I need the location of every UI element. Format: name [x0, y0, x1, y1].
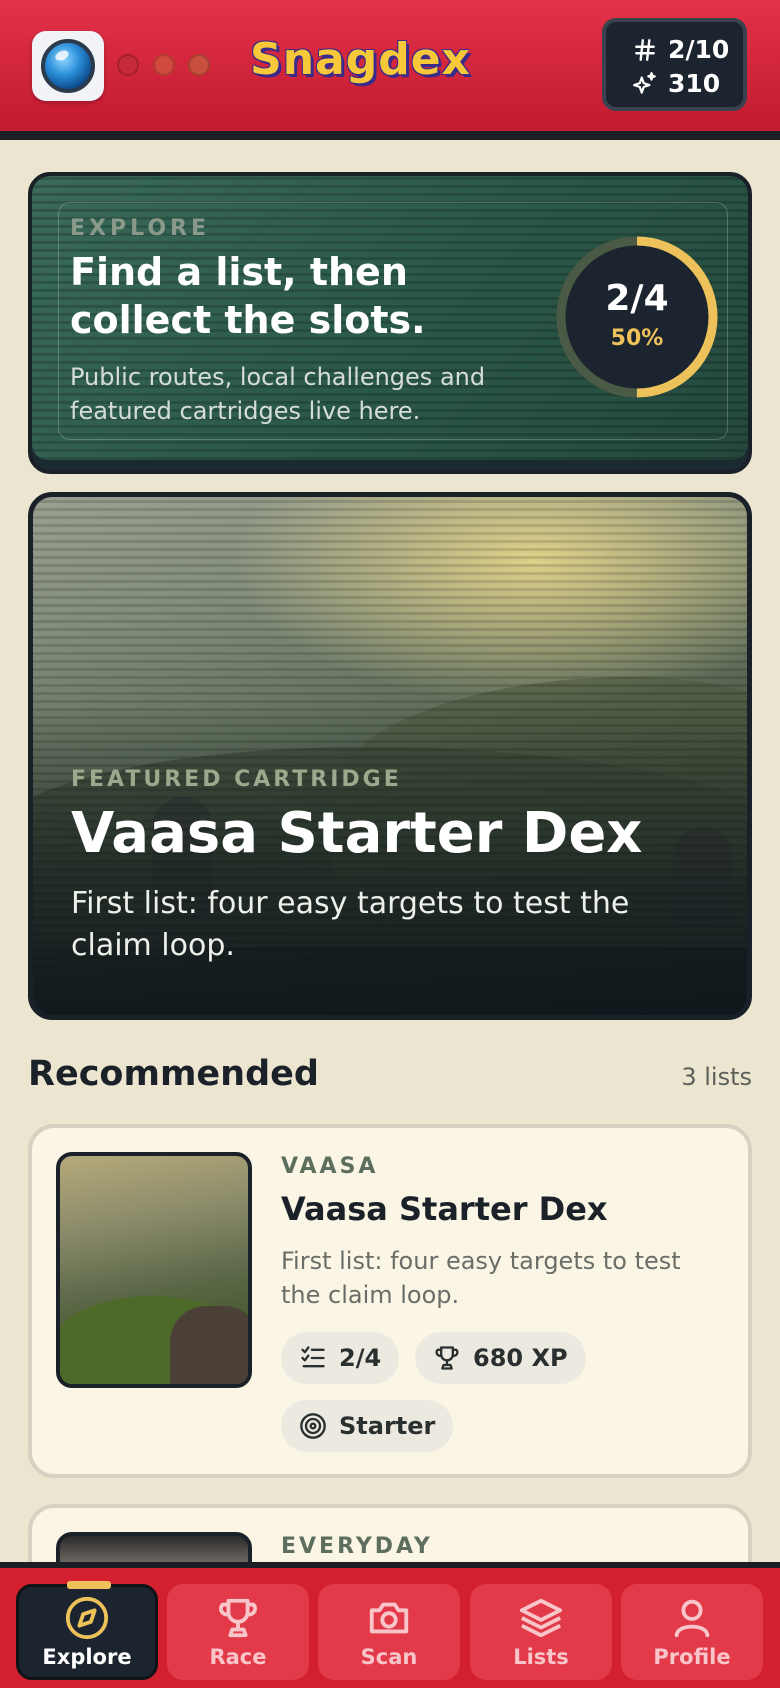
list-location: EVERYDAY	[281, 1534, 433, 1559]
featured-title: Vaasa Starter Dex	[71, 801, 643, 866]
progress-percent: 50%	[610, 326, 664, 351]
progress-chip-label: 2/4	[339, 1344, 382, 1372]
list-thumbnail	[56, 1152, 252, 1388]
target-icon	[300, 1413, 326, 1439]
camera-icon	[369, 1602, 409, 1634]
nav-lists[interactable]: Lists	[470, 1584, 612, 1680]
indicator-light-red	[117, 54, 139, 76]
list-title: Vaasa Starter Dex	[281, 1190, 608, 1228]
stats-panel[interactable]: 2/10 310	[602, 18, 747, 111]
indicator-light-orange	[153, 54, 175, 76]
nav-scan[interactable]: Scan	[318, 1584, 460, 1680]
difficulty-chip-label: Starter	[339, 1412, 436, 1440]
list-card[interactable]: VAASA Vaasa Starter Dex First list: four…	[28, 1124, 752, 1478]
hash-icon	[635, 38, 655, 61]
nav-race[interactable]: Race	[167, 1584, 309, 1680]
brand-title: Snagdex	[250, 34, 471, 85]
layers-icon	[519, 1598, 563, 1638]
explore-hero-background: EXPLORE Find a list, then collect the sl…	[32, 176, 748, 460]
recommended-count: 3 lists	[681, 1063, 752, 1091]
explore-hero-card: EXPLORE Find a list, then collect the sl…	[28, 172, 752, 474]
featured-subtitle: First list: four easy targets to test th…	[71, 886, 630, 963]
list-description: First list: four easy targets to test th…	[281, 1247, 681, 1309]
progress-chip: 2/4	[281, 1332, 400, 1384]
progress-count: 2/4	[605, 278, 669, 319]
xp-value: 310	[668, 69, 721, 98]
slots-stat: 2/10	[632, 35, 729, 64]
sparkles-icon	[633, 71, 656, 94]
nav-scan-label: Scan	[360, 1645, 418, 1669]
xp-chip: 680 XP	[415, 1332, 586, 1384]
explore-title: Find a list, then collect the slots.	[70, 250, 426, 342]
recommended-heading: Recommended	[28, 1054, 319, 1094]
xp-stat: 310	[632, 69, 720, 98]
indicator-light-amber	[188, 54, 210, 76]
slots-value: 2/10	[668, 35, 730, 64]
trophy-icon	[219, 1598, 257, 1638]
trophy-icon	[435, 1346, 459, 1370]
xp-chip-label: 680 XP	[473, 1344, 568, 1372]
list-location: VAASA	[281, 1154, 379, 1179]
thumbnail-rock	[170, 1306, 248, 1384]
difficulty-chip: Starter	[281, 1400, 454, 1452]
explore-subtitle: Public routes, local challenges and feat…	[70, 363, 486, 425]
app-logo-icon[interactable]	[32, 31, 104, 101]
lens-icon	[41, 39, 95, 93]
nav-profile[interactable]: Profile	[621, 1584, 763, 1680]
featured-cartridge-card[interactable]: FEATURED CARTRIDGE Vaasa Starter Dex Fir…	[28, 492, 752, 1020]
nav-explore[interactable]: Explore	[16, 1581, 158, 1680]
checklist-icon	[301, 1346, 325, 1368]
bottom-navigation: Explore Race Scan Lists Profile	[0, 1562, 780, 1688]
compass-icon	[65, 1596, 109, 1640]
nav-race-label: Race	[209, 1645, 267, 1669]
featured-eyebrow: FEATURED CARTRIDGE	[71, 767, 402, 792]
explore-eyebrow: EXPLORE	[70, 216, 211, 241]
nav-profile-label: Profile	[653, 1645, 731, 1669]
nav-lists-label: Lists	[513, 1645, 569, 1669]
nav-explore-label: Explore	[42, 1645, 132, 1669]
active-tab-indicator	[67, 1581, 111, 1589]
app-header: Snagdex 2/10 310	[0, 0, 780, 140]
user-icon	[674, 1599, 710, 1638]
